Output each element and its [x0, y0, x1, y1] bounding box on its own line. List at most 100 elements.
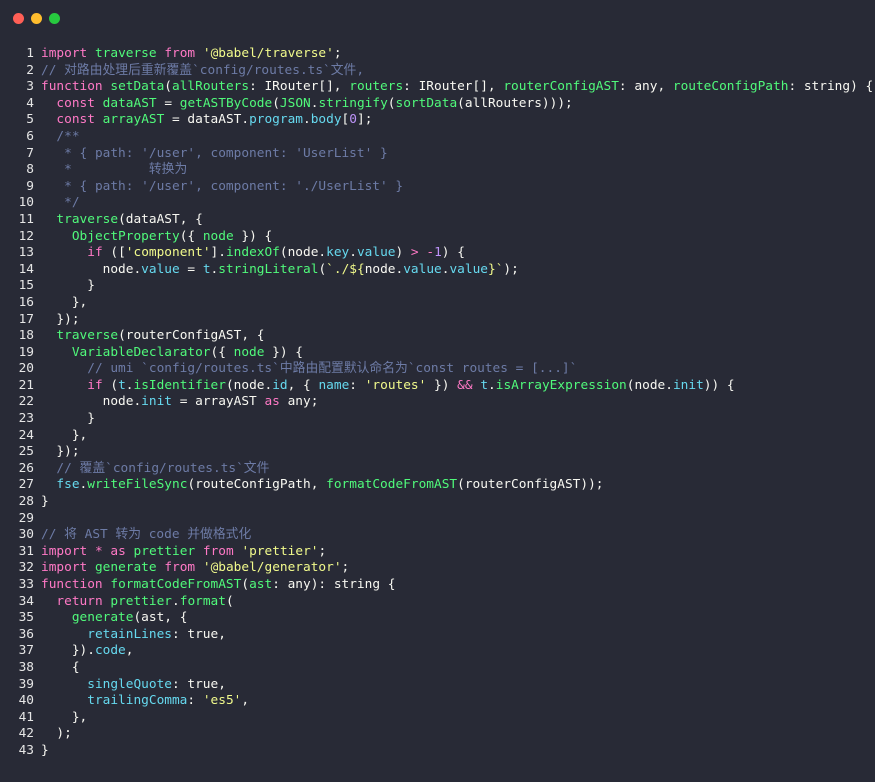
- code-token: ({: [210, 344, 234, 360]
- code-token: }: [41, 494, 49, 510]
- line-number: 20: [18, 361, 34, 377]
- line-number: 17: [18, 311, 34, 327]
- code-token: format: [179, 593, 226, 609]
- code-token: *: [94, 543, 103, 559]
- code-token: /**: [56, 128, 80, 144]
- code-token: 1: [434, 245, 442, 261]
- code-token: = arrayAST: [172, 394, 265, 410]
- code-token: * { path: '/user', component: 'UserList'…: [64, 145, 388, 161]
- code-line: 13 if (['component'].indexOf(node.key.va…: [0, 245, 875, 262]
- line-number: 18: [18, 328, 34, 344]
- code-token: value: [403, 261, 442, 277]
- code-token: // umi `config/routes.ts`中路由配置默认命名为`cons…: [87, 361, 578, 377]
- code-line: 3 function setData(allRouters: IRouter[],…: [0, 79, 875, 96]
- code-token: .: [303, 112, 311, 128]
- code-token: formatCodeFromAST: [326, 477, 458, 493]
- code-token: ;: [341, 560, 350, 576]
- code-token: ({: [179, 228, 203, 244]
- line-number: 30: [18, 527, 34, 543]
- line-number: 6: [26, 128, 34, 144]
- code-token: routerConfigAST: [503, 79, 619, 95]
- code-token: prettier: [110, 593, 173, 609]
- code-line: 12 ObjectProperty({ node }) {: [0, 229, 875, 246]
- code-token: (: [387, 95, 396, 111]
- code-line: 25 });: [0, 444, 875, 461]
- code-token: value: [356, 245, 396, 261]
- code-token: fse: [56, 477, 80, 493]
- code-token: arrayAST: [102, 112, 165, 128]
- code-token: }: [41, 411, 95, 427]
- code-token: .: [125, 377, 134, 393]
- code-token: traverse: [56, 211, 119, 227]
- code-line: 17 });: [0, 312, 875, 329]
- code-token: id: [272, 377, 288, 393]
- window-titlebar: [0, 0, 875, 36]
- line-number: 29: [18, 510, 34, 526]
- code-token: &&: [457, 377, 473, 393]
- code-line: 19 VariableDeclarator({ node }) {: [0, 345, 875, 362]
- code-token: }: [41, 742, 49, 758]
- code-line: 16 },: [0, 295, 875, 312]
- line-number: 36: [18, 626, 34, 642]
- code-token: 'es5': [202, 693, 242, 709]
- code-token: traverse: [56, 328, 119, 344]
- code-line: 29: [0, 511, 875, 528]
- code-token: traverse: [94, 46, 157, 61]
- code-token: 'component': [125, 245, 211, 261]
- code-token: * 转换为: [64, 162, 188, 178]
- code-line: 32 import generate from '@babel/generator…: [0, 560, 875, 577]
- code-token: init: [141, 394, 172, 410]
- code-token: (: [225, 593, 234, 609]
- code-token: : IRouter[],: [403, 79, 504, 95]
- line-number: 12: [18, 228, 34, 244]
- code-token: value: [141, 261, 180, 277]
- code-token: });: [41, 311, 80, 327]
- code-token: import: [41, 560, 88, 576]
- code-line: 39 singleQuote: true,: [0, 677, 875, 694]
- code-token: trailingComma: [87, 693, 188, 709]
- code-token: `./${: [326, 261, 365, 277]
- code-line: 41 },: [0, 710, 875, 727]
- code-line: 37 }).code,: [0, 643, 875, 660]
- code-token: :: [349, 377, 365, 393]
- code-token: (: [164, 79, 173, 95]
- code-token: = dataAST.: [164, 112, 250, 128]
- code-token: : any,: [618, 79, 673, 95]
- line-number: 38: [18, 659, 34, 675]
- code-token: )) {: [703, 377, 735, 393]
- code-token: (routeConfigPath,: [187, 477, 327, 493]
- line-number: 3: [26, 79, 34, 95]
- code-token: node.: [41, 394, 142, 410]
- code-token: program: [249, 112, 303, 128]
- code-token: if: [87, 377, 103, 393]
- code-token: : any): string {: [272, 577, 396, 592]
- code-token: },: [41, 294, 88, 310]
- code-line: 38 {: [0, 660, 875, 677]
- code-token: const: [56, 95, 95, 111]
- close-button[interactable]: [13, 13, 24, 24]
- line-number: 4: [26, 95, 34, 111]
- code-token: stringify: [318, 95, 388, 111]
- line-number: 7: [26, 145, 34, 161]
- code-token: }) {: [264, 344, 303, 360]
- code-token: :: [187, 693, 203, 709]
- zoom-button[interactable]: [49, 13, 60, 24]
- code-token: =: [179, 261, 203, 277]
- code-editor[interactable]: 1 import traverse from '@babel/traverse';…: [0, 46, 875, 760]
- code-line: 31 import * as prettier from 'prettier';: [0, 544, 875, 561]
- line-number: 32: [18, 560, 34, 576]
- code-token: (node.: [279, 245, 327, 261]
- minimize-button[interactable]: [31, 13, 42, 24]
- code-token: (routerConfigAST, {: [118, 328, 265, 344]
- code-line: 11 traverse(dataAST, {: [0, 212, 875, 229]
- code-token: .: [172, 593, 180, 609]
- line-number: 5: [26, 112, 34, 128]
